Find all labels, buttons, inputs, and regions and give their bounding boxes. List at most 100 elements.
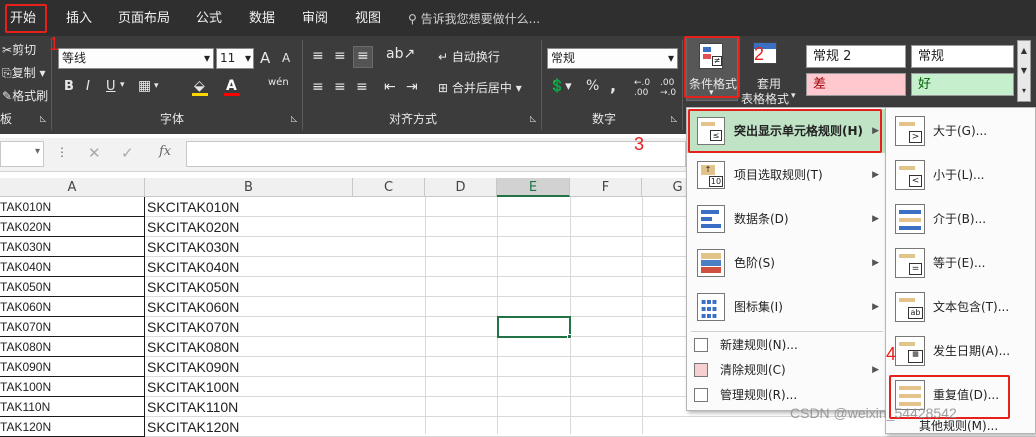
tab-view[interactable]: 视图: [355, 6, 381, 32]
submenu-item-more-rules[interactable]: 其他规则(M)...: [886, 419, 1035, 433]
menu-item-icon-sets[interactable]: ▪▪▪ ▪▪▪ ▪▪▪ 图标集(I) ▶: [687, 285, 887, 329]
menu-item-clear-rules[interactable]: 清除规则(C) ▶: [687, 359, 887, 381]
active-cell-e7[interactable]: [497, 316, 571, 338]
cell-a[interactable]: TAK090N: [0, 357, 145, 377]
cell-a[interactable]: TAK120N: [0, 417, 145, 437]
currency-icon[interactable]: 💲▾: [549, 79, 572, 94]
align-top-icon[interactable]: ≡: [312, 48, 324, 64]
wrap-text-button[interactable]: ↵ 自动换行: [438, 48, 500, 65]
cell-b[interactable]: SKCITAK020N: [145, 217, 353, 237]
chevron-down-icon[interactable]: ▾: [791, 91, 796, 101]
more-options-icon[interactable]: ⋮: [56, 145, 68, 159]
fill-handle[interactable]: [567, 334, 572, 339]
phonetic-button[interactable]: wén: [268, 77, 289, 88]
grow-font-button[interactable]: A: [260, 49, 270, 67]
menu-item-color-scales[interactable]: 色阶(S) ▶: [687, 241, 887, 285]
percent-button[interactable]: %: [586, 78, 599, 94]
chevron-down-icon[interactable]: ▾: [154, 81, 159, 91]
cell-b[interactable]: SKCITAK110N: [145, 397, 353, 417]
dialog-launcher-icon[interactable]: ◺: [530, 114, 536, 123]
cell-a[interactable]: TAK080N: [0, 337, 145, 357]
column-header-a[interactable]: A: [0, 178, 145, 197]
column-header-c[interactable]: C: [353, 178, 425, 197]
submenu-item-date-occurring[interactable]: ▦ 发生日期(A)...: [886, 329, 1035, 373]
dialog-launcher-icon[interactable]: ◺: [40, 114, 46, 123]
style-good[interactable]: 好: [911, 73, 1014, 96]
fill-color-icon[interactable]: ⬙: [194, 78, 205, 94]
column-header-d[interactable]: D: [425, 178, 497, 197]
cell-b[interactable]: SKCITAK070N: [145, 317, 353, 337]
column-header-f[interactable]: F: [570, 178, 642, 197]
cell-b[interactable]: SKCITAK030N: [145, 237, 353, 257]
tab-page-layout[interactable]: 页面布局: [118, 6, 170, 32]
merge-center-button[interactable]: ⊞ 合并后居中 ▾: [438, 79, 522, 96]
submenu-item-text-contains[interactable]: ab 文本包含(T)...: [886, 285, 1035, 329]
cell-a[interactable]: TAK030N: [0, 237, 145, 257]
cell-b[interactable]: SKCITAK090N: [145, 357, 353, 377]
increase-indent-icon[interactable]: ⇥: [406, 79, 418, 95]
comma-style-button[interactable]: ,: [610, 76, 616, 95]
tab-formulas[interactable]: 公式: [196, 6, 222, 32]
tell-me-search[interactable]: ⚲ 告诉我您想要做什么...: [408, 6, 540, 32]
table-format-label-2[interactable]: 表格格式: [741, 90, 789, 107]
cell-b[interactable]: SKCITAK050N: [145, 277, 353, 297]
font-name-select[interactable]: 等线 ▾: [58, 48, 214, 69]
styles-gallery-scroll[interactable]: ▲ ▼ ▾: [1017, 40, 1031, 102]
menu-item-data-bars[interactable]: 数据条(D) ▶: [687, 197, 887, 241]
decrease-decimal-icon[interactable]: .00 →.0: [660, 78, 676, 98]
copy-button[interactable]: ⎘复制 ▾: [2, 64, 45, 81]
increase-decimal-icon[interactable]: ←.0.00: [634, 78, 650, 98]
tab-data[interactable]: 数据: [249, 6, 275, 32]
borders-icon[interactable]: ▦: [138, 78, 151, 94]
decrease-indent-icon[interactable]: ⇤: [384, 79, 396, 95]
cancel-icon[interactable]: ✕: [88, 144, 101, 162]
enter-check-icon[interactable]: ✓: [121, 144, 134, 162]
cell-a[interactable]: TAK020N: [0, 217, 145, 237]
cell-a[interactable]: TAK070N: [0, 317, 145, 337]
submenu-item-greater-than[interactable]: > 大于(G)...: [886, 109, 1035, 153]
bold-button[interactable]: B: [64, 79, 74, 94]
submenu-item-less-than[interactable]: < 小于(L)...: [886, 153, 1035, 197]
menu-item-new-rule[interactable]: 新建规则(N)...: [687, 334, 887, 356]
cell-b[interactable]: SKCITAK120N: [145, 417, 353, 437]
number-format-select[interactable]: 常规 ▾: [547, 48, 678, 69]
align-bottom-button[interactable]: ≡: [353, 46, 373, 68]
font-color-icon[interactable]: A: [226, 78, 237, 94]
name-box[interactable]: ▾: [0, 141, 44, 167]
orientation-icon[interactable]: ab↗: [386, 46, 415, 62]
menu-item-manage-rules[interactable]: 管理规则(R)...: [687, 384, 887, 406]
style-bad[interactable]: 差: [806, 73, 906, 96]
cell-a[interactable]: TAK100N: [0, 377, 145, 397]
font-size-select[interactable]: 11 ▾: [216, 48, 254, 69]
tab-review[interactable]: 审阅: [302, 6, 328, 32]
format-painter-button[interactable]: ✎格式刷: [2, 87, 48, 104]
cell-a[interactable]: TAK060N: [0, 297, 145, 317]
column-header-e[interactable]: E: [497, 178, 570, 197]
underline-button[interactable]: U: [106, 79, 116, 94]
shrink-font-button[interactable]: A: [282, 51, 290, 65]
align-left-icon[interactable]: ≡: [312, 79, 324, 95]
cell-b[interactable]: SKCITAK040N: [145, 257, 353, 277]
menu-item-top-bottom[interactable]: ↑ 10 项目选取规则(T) ▶: [687, 153, 887, 197]
submenu-item-equal-to[interactable]: = 等于(E)...: [886, 241, 1035, 285]
align-right-icon[interactable]: ≡: [356, 79, 368, 95]
insert-function-icon[interactable]: fx: [159, 144, 171, 159]
cell-a[interactable]: TAK010N: [0, 197, 145, 217]
cell-b[interactable]: SKCITAK080N: [145, 337, 353, 357]
italic-button[interactable]: I: [86, 79, 90, 94]
style-normal[interactable]: 常规: [911, 45, 1014, 68]
chevron-down-icon[interactable]: ▾: [120, 80, 125, 90]
cell-b[interactable]: SKCITAK010N: [145, 197, 353, 217]
submenu-item-between[interactable]: 介于(B)...: [886, 197, 1035, 241]
cell-a[interactable]: TAK050N: [0, 277, 145, 297]
cell-a[interactable]: TAK110N: [0, 397, 145, 417]
tab-insert[interactable]: 插入: [66, 6, 92, 32]
cell-b[interactable]: SKCITAK060N: [145, 297, 353, 317]
cell-b[interactable]: SKCITAK100N: [145, 377, 353, 397]
align-center-icon[interactable]: ≡: [334, 79, 346, 95]
table-format-icon[interactable]: [747, 40, 783, 70]
formula-input[interactable]: [186, 141, 686, 167]
align-middle-icon[interactable]: ≡: [334, 48, 346, 64]
cut-button[interactable]: ✂剪切: [2, 41, 36, 58]
dialog-launcher-icon[interactable]: ◺: [671, 114, 677, 123]
